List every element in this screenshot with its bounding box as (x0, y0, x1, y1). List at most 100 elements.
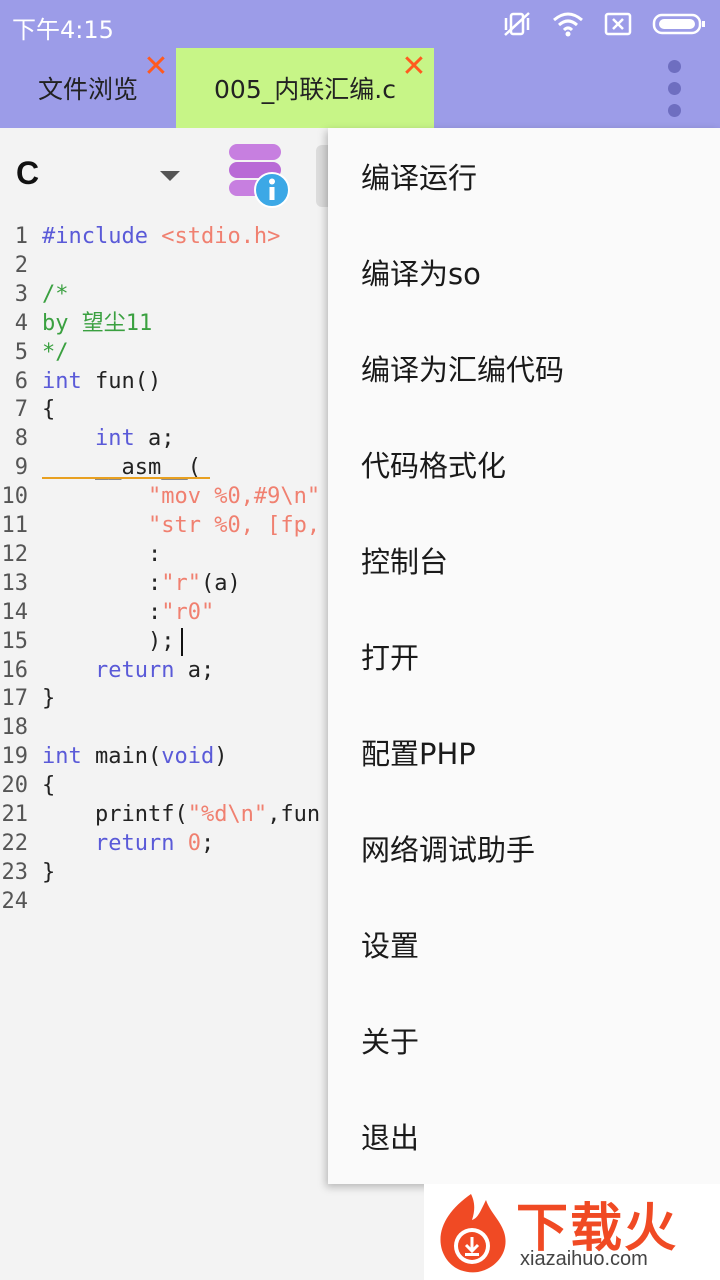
line-number: 21 (1, 802, 29, 827)
code-token: "str %0, [fp, (147, 513, 321, 538)
line-number: 5 (14, 339, 28, 365)
code-line[interactable]: 10 "mov %0,#9\n" (0, 482, 321, 511)
code-token: <stdio.h> (161, 224, 281, 249)
chevron-down-icon (160, 171, 180, 181)
menu-item[interactable]: 退出 (328, 1088, 720, 1184)
language-dropdown[interactable]: C (16, 155, 186, 199)
code-line[interactable]: 24 (0, 887, 29, 916)
language-value: C (16, 155, 40, 191)
code-line[interactable]: 7{ (0, 395, 56, 424)
watermark: 下载火 xiazaihuo.com (424, 1184, 720, 1280)
code-line[interactable]: 14 :"r0" (0, 598, 215, 627)
code-text: :"r"(a) (42, 569, 241, 598)
code-token: ,fun (267, 802, 321, 827)
code-token: int (42, 368, 82, 394)
code-token: { (42, 773, 56, 799)
code-line[interactable]: 11 "str %0, [fp, (0, 511, 321, 540)
tab-current-file[interactable]: 005_内联汇编.c (176, 48, 434, 128)
code-token: ); (42, 628, 175, 654)
notification-x-icon (604, 12, 632, 36)
code-text: printf("%d\n",fun (42, 800, 320, 829)
code-line[interactable]: 18 (0, 713, 29, 742)
line-number: 18 (1, 715, 29, 741)
line-number: 9 (14, 455, 28, 481)
tab-label: 文件浏览 (37, 75, 138, 104)
status-time: 下午4:15 (12, 16, 114, 44)
code-token: { (42, 397, 56, 423)
code-text: by 望尘11 (42, 309, 152, 338)
code-line[interactable]: 8 int a; (0, 424, 175, 453)
menu-item[interactable]: 编译运行 (328, 128, 720, 224)
code-line[interactable]: 2 (0, 251, 28, 280)
code-line[interactable]: 9 __asm__( (0, 453, 201, 482)
menu-item[interactable]: 关于 (328, 992, 720, 1088)
menu-item[interactable]: 编译为汇编代码 (328, 320, 720, 416)
code-token: a; (174, 657, 215, 683)
code-line[interactable]: 4 by 望尘11 (0, 309, 152, 338)
text-cursor (181, 628, 183, 656)
code-line[interactable]: 6 int fun() (0, 367, 161, 396)
overflow-menu: 编译运行 编译为so 编译为汇编代码 代码格式化 控制台 打开 配置PHP 网络调试助手 设置关… (328, 128, 720, 1184)
code-text: "mov %0,#9\n" (42, 482, 320, 511)
line-number: 2 (14, 252, 28, 278)
code-token: (a) (200, 570, 241, 596)
code-line[interactable]: 17} (0, 684, 56, 713)
code-text: int main(void) (42, 742, 227, 771)
line-number: 13 (1, 570, 29, 596)
flame-logo-icon (428, 1190, 514, 1280)
code-text: ); (42, 627, 175, 656)
code-line[interactable]: 23} (0, 858, 56, 887)
close-icon[interactable]: ✕ (142, 52, 170, 82)
code-token: return (94, 830, 175, 856)
warning-underline (42, 477, 210, 479)
code-token: : (42, 599, 162, 625)
code-text: */ (42, 338, 69, 367)
menu-item[interactable]: 控制台 (328, 512, 720, 608)
code-token: "r" (161, 570, 201, 596)
line-number: 20 (1, 773, 29, 799)
code-line[interactable]: 15 ); (0, 627, 175, 656)
code-line[interactable]: 19 int main(void) (0, 742, 228, 771)
code-text: return 0; (42, 829, 214, 858)
code-text: /* (42, 280, 69, 309)
code-token: a; (134, 426, 175, 452)
code-token: #include (42, 224, 162, 249)
code-line[interactable]: 3 /* (0, 280, 69, 309)
menu-item[interactable]: 配置PHP (328, 704, 720, 800)
code-line[interactable]: 16 return a; (0, 656, 215, 685)
line-number: 24 (1, 888, 29, 914)
line-number: 23 (1, 859, 29, 885)
code-line[interactable]: 22 return 0; (0, 829, 215, 858)
code-token: : (42, 541, 162, 567)
line-number: 1 (14, 224, 28, 249)
code-token: } (42, 686, 56, 712)
code-token: by 望尘11 (42, 310, 153, 336)
status-bar: 下午4:15 (0, 0, 720, 48)
line-number: 8 (14, 426, 28, 452)
code-line[interactable]: 12 : (0, 540, 162, 569)
code-token: fun() (81, 368, 162, 394)
code-line[interactable]: 13 :"r"(a) (0, 569, 241, 598)
line-number: 3 (14, 281, 28, 307)
code-line[interactable]: 5 */ (0, 338, 69, 367)
menu-item[interactable]: 设置 (328, 896, 720, 992)
code-token: } (42, 859, 56, 885)
status-icons (502, 10, 706, 38)
line-number: 16 (1, 657, 29, 683)
code-line[interactable]: 20 { (0, 771, 56, 800)
code-text: "str %0, [fp, (42, 511, 320, 540)
menu-item[interactable]: 编译为so (328, 224, 720, 320)
code-line[interactable]: 21 printf("%d\n",fun (0, 800, 321, 829)
line-number: 15 (1, 628, 29, 654)
code-line[interactable]: 1 #include <stdio.h> (0, 222, 281, 251)
line-number: 6 (14, 368, 28, 394)
menu-item[interactable]: 打开 (328, 608, 720, 704)
menu-item[interactable]: 代码格式化 (328, 416, 720, 512)
line-number: 7 (14, 397, 28, 423)
more-vert-icon[interactable] (662, 58, 686, 120)
menu-item[interactable]: 网络调试助手 (328, 800, 720, 896)
database-info-button[interactable] (226, 142, 292, 210)
close-icon[interactable]: ✕ (400, 52, 428, 82)
